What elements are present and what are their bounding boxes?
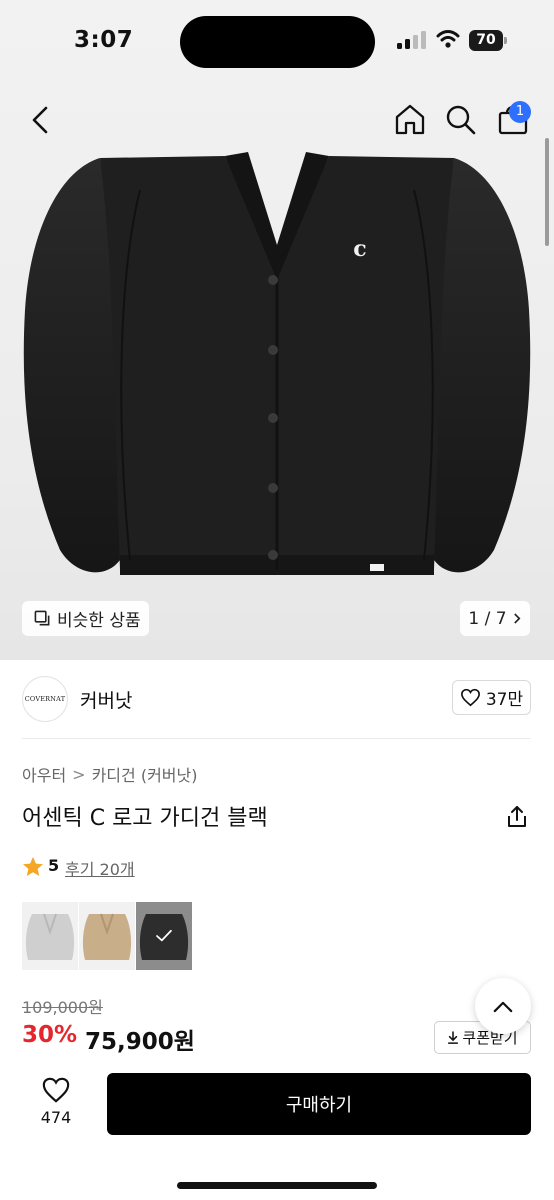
heart-icon bbox=[42, 1077, 70, 1103]
share-icon[interactable] bbox=[504, 804, 530, 830]
product-title: 어센틱 C 로고 가디건 블랙 bbox=[22, 806, 268, 831]
status-bar: 3:07 70 bbox=[0, 0, 554, 84]
chevron-left-icon[interactable] bbox=[22, 100, 58, 140]
chevron-up-icon bbox=[493, 1001, 513, 1012]
gallery-pager[interactable]: 1 / 7 bbox=[460, 601, 530, 636]
battery-level: 70 bbox=[469, 30, 503, 51]
duplicate-icon bbox=[34, 610, 50, 626]
star-icon bbox=[23, 857, 43, 876]
breadcrumb-separator-icon: > bbox=[72, 764, 86, 784]
review-count-link[interactable]: 후기 20개 bbox=[65, 856, 135, 880]
cart-count-badge: 1 bbox=[509, 101, 531, 123]
checkmark-icon bbox=[156, 929, 172, 942]
color-option-gray[interactable] bbox=[22, 902, 78, 970]
color-option-beige[interactable] bbox=[79, 902, 135, 970]
signal-icon bbox=[397, 31, 427, 49]
color-option-black[interactable] bbox=[136, 902, 192, 970]
brand-name[interactable]: 커버낫 bbox=[80, 686, 132, 713]
product-gallery[interactable]: c 3:07 70 1 비슷한 상품 1 / 7 bbox=[0, 0, 554, 660]
heart-icon bbox=[460, 688, 480, 707]
product-image[interactable]: c bbox=[0, 150, 554, 590]
similar-products-button[interactable]: 비슷한 상품 bbox=[22, 601, 149, 636]
brand-like-button[interactable]: 37만 bbox=[452, 680, 531, 715]
home-indicator[interactable] bbox=[177, 1182, 377, 1189]
wifi-icon bbox=[436, 30, 460, 48]
selected-overlay bbox=[136, 902, 192, 970]
wishlist-button[interactable]: 474 bbox=[28, 1076, 84, 1132]
brand-like-count: 37만 bbox=[485, 690, 524, 710]
gray-cardigan-thumbnail bbox=[25, 913, 75, 960]
search-icon[interactable] bbox=[443, 100, 479, 138]
sale-price: 75,900원 bbox=[85, 1029, 195, 1055]
svg-text:c: c bbox=[353, 236, 366, 262]
brand-logo[interactable]: COVERNAT bbox=[22, 676, 68, 722]
breadcrumb-outer[interactable]: 아우터 bbox=[22, 762, 66, 786]
dynamic-island bbox=[180, 16, 375, 68]
gallery-page-count: 1 / 7 bbox=[468, 608, 507, 629]
chevron-right-icon bbox=[513, 613, 521, 624]
download-icon bbox=[448, 1030, 459, 1044]
discount-rate: 30% bbox=[22, 1022, 78, 1048]
beige-cardigan-thumbnail bbox=[82, 913, 132, 960]
buy-button[interactable]: 구매하기 bbox=[107, 1073, 531, 1135]
wishlist-count: 474 bbox=[40, 1108, 72, 1127]
scrollbar[interactable] bbox=[545, 138, 549, 246]
status-time: 3:07 bbox=[74, 27, 134, 53]
battery-icon: 70 bbox=[469, 30, 507, 51]
breadcrumb: 아우터 > 카디건 (커버낫) bbox=[22, 762, 197, 786]
home-icon[interactable] bbox=[391, 100, 429, 138]
divider bbox=[22, 738, 531, 739]
breadcrumb-cardigan[interactable]: 카디건 (커버낫) bbox=[92, 762, 198, 786]
scroll-to-top-button[interactable] bbox=[475, 978, 531, 1034]
original-price: 109,000원 bbox=[22, 998, 103, 1017]
rating-value: 5 bbox=[48, 856, 60, 875]
similar-products-label: 비슷한 상품 bbox=[57, 611, 141, 631]
